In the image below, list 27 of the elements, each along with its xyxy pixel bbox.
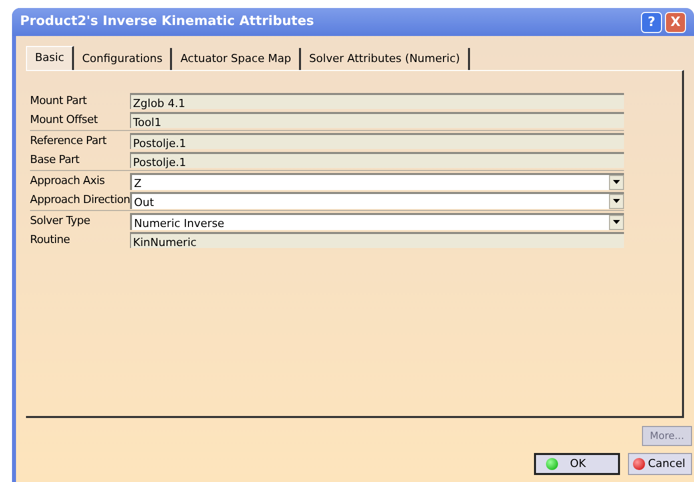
tab[interactable]: Basic [26,46,74,70]
readonly-field: Postolje.1 [130,133,624,149]
cancel-status-icon [633,458,645,470]
field-label: Reference Part [30,132,108,149]
dropdown-field[interactable]: Numeric Inverse [130,212,624,230]
field-label: Approach Direction [30,192,130,208]
field-label: Base Part [30,152,80,168]
cancel-button[interactable]: Cancel [628,453,692,475]
field-label: Solver Type [30,212,92,229]
tab[interactable]: Configurations [74,48,172,70]
field-label: Routine [30,232,71,248]
field-label: Mount Offset [30,112,99,128]
dropdown-field[interactable]: Z [130,172,624,190]
field-label: Approach Axis [30,172,106,189]
close-button[interactable]: X [665,12,686,32]
tab[interactable]: Solver Attributes (Numeric) [301,48,470,70]
readonly-field: Postolje.1 [130,152,624,168]
ok-status-icon [546,458,558,470]
readonly-field: KinNumeric [130,232,624,248]
window-title: Product2's Inverse Kinematic Attributes [20,13,314,32]
ok-button[interactable]: OK [534,453,620,475]
readonly-field: Tool1 [130,112,624,128]
dropdown-field[interactable]: Out [130,192,624,208]
help-button[interactable]: ? [641,12,662,32]
field-label: Mount Part [30,92,88,109]
readonly-field: Zglob 4.1 [130,93,624,109]
tab[interactable]: Actuator Space Map [172,48,302,70]
